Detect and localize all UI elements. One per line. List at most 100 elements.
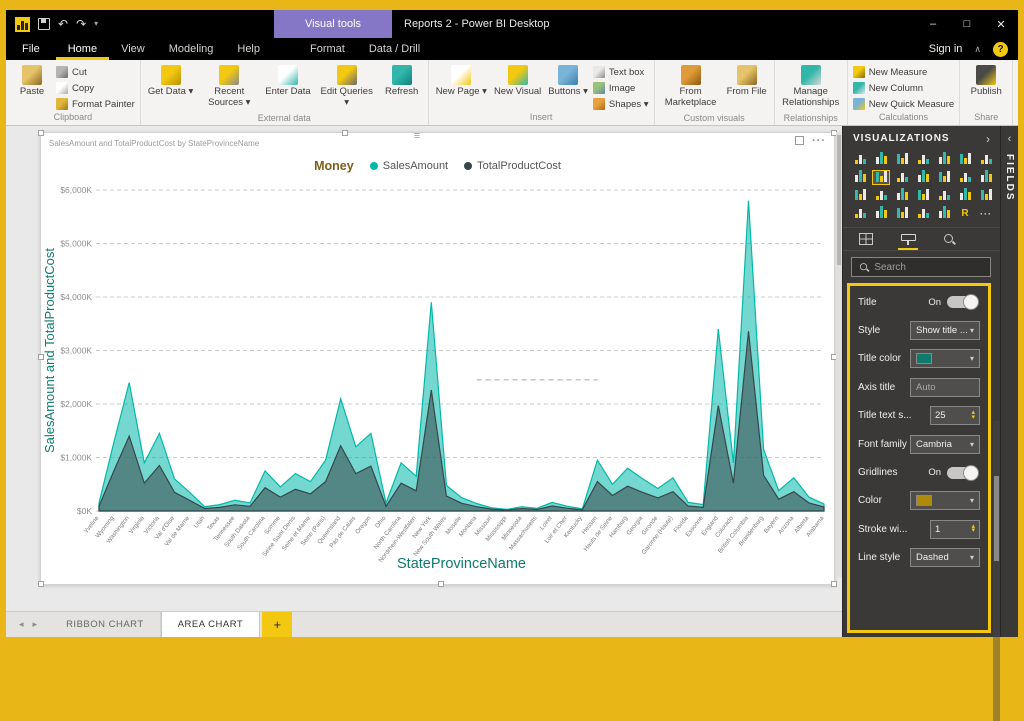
stacked-area-chart-icon[interactable] <box>893 170 911 185</box>
waterfall-chart-icon[interactable] <box>956 170 974 185</box>
format-scrollbar-thumb[interactable] <box>994 476 999 561</box>
visual-drag-grip-icon[interactable]: ≡ <box>414 130 420 142</box>
stacked-column-chart-icon[interactable] <box>872 152 890 167</box>
legend-item-salesamount[interactable]: SalesAmount <box>370 160 448 172</box>
copy-button[interactable]: Copy <box>56 82 135 94</box>
line-clustered-column-chart-icon[interactable] <box>914 170 932 185</box>
spinner-arrows-icon[interactable]: ▴▾ <box>971 411 975 420</box>
axis-title-input[interactable]: Auto <box>910 378 980 397</box>
new-column-button[interactable]: New Column <box>853 82 955 94</box>
from-file-button[interactable]: From File <box>725 63 769 100</box>
help-icon[interactable]: ? <box>993 42 1008 57</box>
scatter-chart-icon[interactable] <box>977 170 995 185</box>
menu-view[interactable]: View <box>109 38 157 60</box>
map-icon[interactable] <box>914 188 932 203</box>
new-page-tab-button[interactable]: + <box>262 612 292 637</box>
canvas-scrollbar-thumb[interactable] <box>837 135 841 265</box>
analytics-tab[interactable] <box>943 228 956 250</box>
close-button[interactable]: ✕ <box>984 10 1018 38</box>
menu-help[interactable]: Help <box>225 38 272 60</box>
focus-mode-icon[interactable] <box>795 136 804 145</box>
stroke-wi-spinner[interactable]: 1▴▾ <box>930 520 980 539</box>
report-canvas[interactable]: ≡ ··· SalesAmount and TotalProductCost b… <box>6 126 842 611</box>
pie-chart-icon[interactable] <box>851 188 869 203</box>
fields-tab[interactable] <box>859 228 873 250</box>
color-picker[interactable]: ▾ <box>910 491 980 510</box>
minimize-button[interactable]: – <box>916 10 950 38</box>
legend-item-totalproductcost[interactable]: TotalProductCost <box>464 160 561 172</box>
undo-icon[interactable]: ↶ <box>58 18 68 30</box>
menu-modeling[interactable]: Modeling <box>157 38 226 60</box>
paste-button[interactable]: Paste <box>11 63 53 100</box>
slicer-icon[interactable] <box>914 206 932 221</box>
menu-file[interactable]: File <box>6 38 56 60</box>
prev-page-icon[interactable]: ◂ <box>19 619 24 630</box>
gridlines-toggle[interactable] <box>947 467 977 479</box>
multi-row-card-icon[interactable] <box>872 206 890 221</box>
new-visual-button[interactable]: New Visual <box>492 63 543 100</box>
resize-handle-top-left[interactable] <box>38 130 44 136</box>
collapse-ribbon-icon[interactable]: ∧ <box>974 44 981 55</box>
cut-button[interactable]: Cut <box>56 66 135 78</box>
line-stacked-column-chart-icon[interactable] <box>935 170 953 185</box>
maximize-button[interactable]: □ <box>950 10 984 38</box>
100-stacked-bar-chart-icon[interactable] <box>935 152 953 167</box>
refresh-button[interactable]: Refresh <box>381 63 423 100</box>
line-style-dropdown[interactable]: Dashed▾ <box>910 548 980 567</box>
title-color-picker[interactable]: ▾ <box>910 349 980 368</box>
enter-data-button[interactable]: Enter Data <box>263 63 312 100</box>
kpi-icon[interactable] <box>893 206 911 221</box>
spinner-arrows-icon[interactable]: ▴▾ <box>971 525 975 534</box>
from-marketplace-button[interactable]: From Marketplace <box>660 63 722 111</box>
format-tab[interactable] <box>901 228 915 250</box>
font-family-dropdown[interactable]: Cambria▾ <box>910 435 980 454</box>
more-visuals-icon[interactable]: ··· <box>977 206 995 221</box>
publish-button[interactable]: Publish <box>965 63 1007 100</box>
manage-relationships-button[interactable]: Manage Relationships <box>780 63 842 111</box>
menu-data-drill[interactable]: Data / Drill <box>357 38 432 60</box>
card-icon[interactable] <box>851 206 869 221</box>
menu-format[interactable]: Format <box>298 38 357 60</box>
buttons-button[interactable]: Buttons ▾ <box>546 63 590 100</box>
redo-icon[interactable]: ↷ <box>76 18 86 30</box>
treemap-icon[interactable] <box>893 188 911 203</box>
gauge-icon[interactable] <box>977 188 995 203</box>
donut-chart-icon[interactable] <box>872 188 890 203</box>
table-icon[interactable] <box>935 206 953 221</box>
stacked-bar-chart-icon[interactable] <box>851 152 869 167</box>
search-input[interactable] <box>874 262 984 273</box>
area-chart-visual[interactable]: $0K$1,000K$2,000K$3,000K$4,000K$5,000K$6… <box>41 173 836 584</box>
title-toggle[interactable] <box>947 296 977 308</box>
get-data-button[interactable]: Get Data ▾ <box>146 63 195 100</box>
r-script-icon[interactable]: R <box>956 206 974 221</box>
100-stacked-column-chart-icon[interactable] <box>956 152 974 167</box>
new-measure-button[interactable]: New Measure <box>853 66 955 78</box>
image-button[interactable]: Image <box>593 82 649 94</box>
filled-map-icon[interactable] <box>935 188 953 203</box>
funnel-icon[interactable] <box>956 188 974 203</box>
edit-queries-button[interactable]: Edit Queries ▾ <box>316 63 378 111</box>
sign-in-link[interactable]: Sign in <box>929 43 963 55</box>
customize-toolbar-dropdown-icon[interactable]: ▾ <box>94 20 98 28</box>
ribbon-chart-icon[interactable] <box>977 152 995 167</box>
text-box-button[interactable]: Text box <box>593 66 649 78</box>
shapes-button[interactable]: Shapes ▾ <box>593 98 649 110</box>
report-page[interactable]: ≡ ··· SalesAmount and TotalProductCost b… <box>40 132 835 585</box>
next-page-icon[interactable]: ▸ <box>33 619 38 630</box>
line-chart-icon[interactable] <box>851 170 869 185</box>
recent-sources-button[interactable]: Recent Sources ▾ <box>198 63 260 111</box>
new-page-button[interactable]: New Page ▾ <box>434 63 489 100</box>
save-icon[interactable] <box>38 18 50 30</box>
title-text-s-spinner[interactable]: 25▴▾ <box>930 406 980 425</box>
collapse-visualizations-icon[interactable]: › <box>986 132 990 146</box>
menu-home[interactable]: Home <box>56 38 109 60</box>
more-options-icon[interactable]: ··· <box>812 137 826 145</box>
clustered-bar-chart-icon[interactable] <box>893 152 911 167</box>
expand-fields-icon[interactable]: ‹ <box>1008 133 1012 145</box>
visual-tools-badge[interactable]: Visual tools <box>274 10 392 38</box>
clustered-column-chart-icon[interactable] <box>914 152 932 167</box>
page-tab-area-chart[interactable]: AREA CHART <box>161 612 261 637</box>
format-painter-button[interactable]: Format Painter <box>56 98 135 110</box>
resize-handle-top[interactable] <box>342 130 348 136</box>
page-tab-ribbon-chart[interactable]: RIBBON CHART <box>50 612 161 637</box>
